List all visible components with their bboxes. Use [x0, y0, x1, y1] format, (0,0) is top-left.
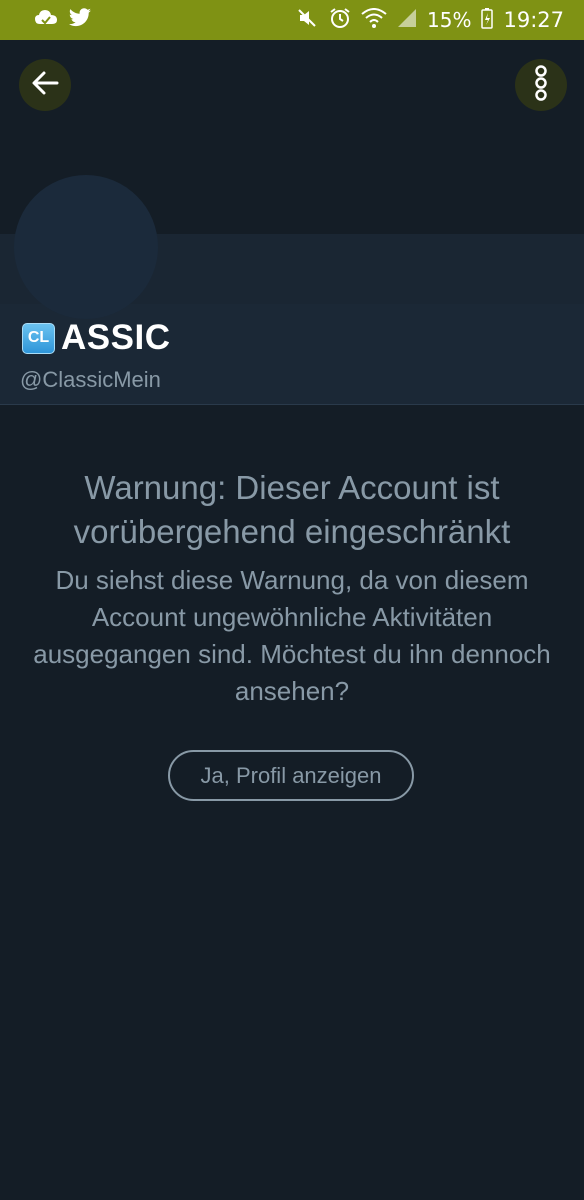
wifi-icon	[361, 8, 387, 32]
clock: 19:27	[503, 8, 564, 32]
status-bar-left	[34, 8, 92, 32]
status-bar-right: 15% 19:27	[297, 7, 564, 33]
profile-handle: @ClassicMein	[20, 367, 161, 392]
profile-display-name: ASSIC	[61, 318, 171, 357]
status-bar: 15% 19:27	[0, 0, 584, 40]
more-options-button[interactable]	[515, 59, 567, 111]
signal-icon	[397, 8, 417, 32]
avatar[interactable]	[14, 175, 158, 319]
restricted-warning: Warnung: Dieser Account ist vorübergehen…	[20, 466, 564, 710]
mute-icon	[297, 8, 319, 32]
battery-percent: 15%	[427, 8, 472, 32]
show-profile-button[interactable]: Ja, Profil anzeigen	[168, 750, 414, 801]
battery-charging-icon	[481, 7, 494, 33]
cl-emoji-badge: CL	[22, 322, 55, 354]
warning-title: Warnung: Dieser Account ist vorübergehen…	[73, 469, 511, 550]
profile-name-row: CL ASSIC	[22, 318, 170, 358]
alarm-icon	[329, 7, 351, 33]
arrow-left-icon	[30, 68, 60, 102]
vertical-dots-icon	[534, 65, 548, 105]
back-button[interactable]	[19, 59, 71, 111]
twitter-bird-icon	[68, 8, 92, 32]
cloud-icon	[34, 8, 58, 32]
warning-body: Du siehst diese Warnung, da von diesem A…	[33, 565, 551, 706]
